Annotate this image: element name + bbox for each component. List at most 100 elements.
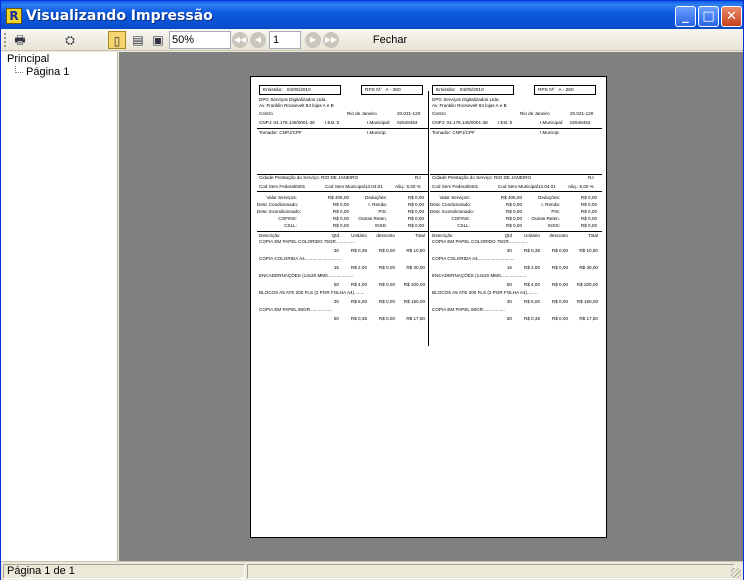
single-page-icon[interactable]: ▯	[108, 31, 126, 49]
tax-cell: Valor Serviços:	[439, 195, 470, 200]
item-unit: R$ 4,00	[350, 282, 367, 287]
items-header-cell: Total	[415, 233, 425, 238]
item-unit: R$ 4,00	[523, 282, 540, 287]
tax-cell: R$ 0,00	[580, 209, 597, 214]
items-header-cell: desconto	[376, 233, 395, 238]
rps-label: RPS Nº	[365, 88, 382, 93]
item-disc: R$ 0,00	[378, 299, 395, 304]
first-page-icon[interactable]: ◀◀	[232, 32, 248, 48]
imun-label: I.Municipal:	[367, 120, 391, 125]
rps-value: A - 260	[558, 88, 574, 93]
item-description: ENCADERNAÇÕES (14x20 MM0................…	[259, 273, 354, 278]
item-unit: R$ 0,35	[350, 316, 367, 321]
imun-label: I.Municipal:	[540, 120, 564, 125]
tax-cell: R$ 0,00	[407, 202, 424, 207]
tax-cell: R$ 0,00	[332, 223, 349, 228]
items-header-cell: Unitário	[524, 233, 540, 238]
company-address: Av. Franklin Roosevelt 84 lojas A e B	[259, 103, 334, 108]
tax-cell: CSLL:	[457, 223, 470, 228]
toolbar-grip[interactable]	[4, 33, 7, 47]
title-bar[interactable]: R Visualizando Impressão _ □ ✕	[1, 1, 743, 31]
item-disc: R$ 0,00	[551, 248, 568, 253]
maximize-button[interactable]: □	[698, 6, 719, 27]
tax-cell: Outras Reten.	[358, 216, 387, 221]
tree-connector	[15, 66, 23, 73]
item-unit: R$ 2,00	[523, 265, 540, 270]
close-window-button[interactable]: ✕	[721, 6, 742, 27]
emissao-label: Emissão:	[436, 88, 456, 93]
emissao-value: 04/05/2010	[286, 88, 311, 93]
item-description: COPIA EM PAPEL 90GR.................	[432, 307, 505, 312]
tax-cell: R$ 405,00	[327, 195, 349, 200]
page-number-field[interactable]: 1	[269, 31, 301, 49]
cod-municipal: Cod Serv Municipal13.04.01	[325, 184, 383, 189]
page-width-icon[interactable]: ▤	[129, 31, 147, 49]
item-disc: R$ 0,00	[551, 282, 568, 287]
tomador-imun: I.Municip:	[367, 130, 387, 135]
rps-copy-left: Emissão: 04/05/2010 RPS Nº A - 260 DPG S…	[257, 85, 429, 347]
item-qtd: 50	[506, 282, 512, 287]
tax-cell: R$ 0,00	[407, 223, 424, 228]
cod-municipal: Cod Serv Municipal13.04.01	[498, 184, 556, 189]
tax-cell: R$ 0,00	[332, 216, 349, 221]
zoom-field[interactable]: 50%	[169, 31, 231, 49]
minimize-button[interactable]: _	[675, 6, 696, 27]
item-qtd: 50	[333, 282, 339, 287]
tax-cell: R$ 0,00	[580, 223, 597, 228]
item-total: R$ 200,00	[576, 282, 598, 287]
status-bar: Página 1 de 1	[1, 561, 743, 580]
imun-value: 02546453	[397, 120, 418, 125]
item-description: ENCADERNAÇÕES (14x20 MM0................…	[432, 273, 527, 278]
item-description: COPIA EM PAPEL COLORIDO 75GR............…	[259, 239, 355, 244]
item-total: R$ 150,00	[576, 299, 598, 304]
items-header-cell: Qtd	[504, 233, 512, 238]
close-preview-button[interactable]: Fechar	[369, 31, 411, 49]
item-description: BLOCOS A5 ATE 200 FLS (2 POR FOLHA A4)..…	[259, 290, 365, 295]
last-page-icon[interactable]: ▶▶	[323, 32, 339, 48]
tax-cell: COFINS:	[451, 216, 470, 221]
item-qtd: 30	[333, 248, 339, 253]
rps-value: A - 260	[385, 88, 401, 93]
tomador-label: Tomador: CNPJ/CPF	[432, 130, 475, 135]
bairro: Centro	[432, 111, 446, 116]
prev-page-icon[interactable]: ◀	[250, 32, 266, 48]
app-icon: R	[6, 8, 22, 24]
item-unit: R$ 5,00	[523, 299, 540, 304]
item-disc: R$ 0,00	[551, 299, 568, 304]
rule	[430, 128, 602, 129]
uf: RJ	[415, 175, 421, 180]
full-page-icon[interactable]: ▣	[149, 31, 167, 49]
item-description: COPIA EM PAPEL 90GR.................	[259, 307, 332, 312]
item-total: R$ 150,00	[403, 299, 425, 304]
preview-viewport[interactable]: Emissão: 04/05/2010 RPS Nº A - 260 DPG S…	[119, 52, 743, 561]
tree-item-principal[interactable]: Principal	[7, 52, 49, 66]
rps-number-box: RPS Nº A - 260	[361, 85, 423, 95]
next-page-icon[interactable]: ▶	[305, 32, 321, 48]
tax-cell: Desc Condicionado:	[430, 202, 472, 207]
resize-grip[interactable]	[731, 568, 741, 578]
tax-cell: R$ 0,00	[407, 195, 424, 200]
cep: 20.021-120	[570, 111, 594, 116]
items-header-cell: Unitário	[351, 233, 367, 238]
tax-cell: R$ 0,00	[580, 202, 597, 207]
tax-cell: R$ 0,00	[505, 223, 522, 228]
tax-cell: Outras Reten.	[531, 216, 560, 221]
tax-cell: Deduções:	[365, 195, 387, 200]
item-description: BLOCOS A5 ATE 200 FLS (2 POR FOLHA A4)..…	[432, 290, 538, 295]
tax-cell: R$ 405,00	[500, 195, 522, 200]
tax-cell: R$ 0,00	[505, 216, 522, 221]
item-qtd: 50	[333, 316, 339, 321]
tomador-imun: I.Municip:	[540, 130, 560, 135]
tomador-label: Tomador: CNPJ/CPF	[259, 130, 302, 135]
items-header-cell: Descrição	[432, 233, 453, 238]
print-icon[interactable]: 🖶	[11, 31, 29, 49]
tax-cell: INSS:	[375, 223, 387, 228]
find-icon[interactable]: ⛭	[61, 31, 79, 49]
preview-page: Emissão: 04/05/2010 RPS Nº A - 260 DPG S…	[250, 76, 607, 538]
item-qtd: 15	[333, 265, 339, 270]
item-total: R$ 200,00	[403, 282, 425, 287]
cod-federal: Cod Serv Federal0401	[259, 184, 306, 189]
inscricao-estadual: I.Est.:0	[325, 120, 340, 125]
tree-item-pagina-1[interactable]: Página 1	[26, 65, 69, 79]
tax-cell: R$ 0,00	[407, 216, 424, 221]
